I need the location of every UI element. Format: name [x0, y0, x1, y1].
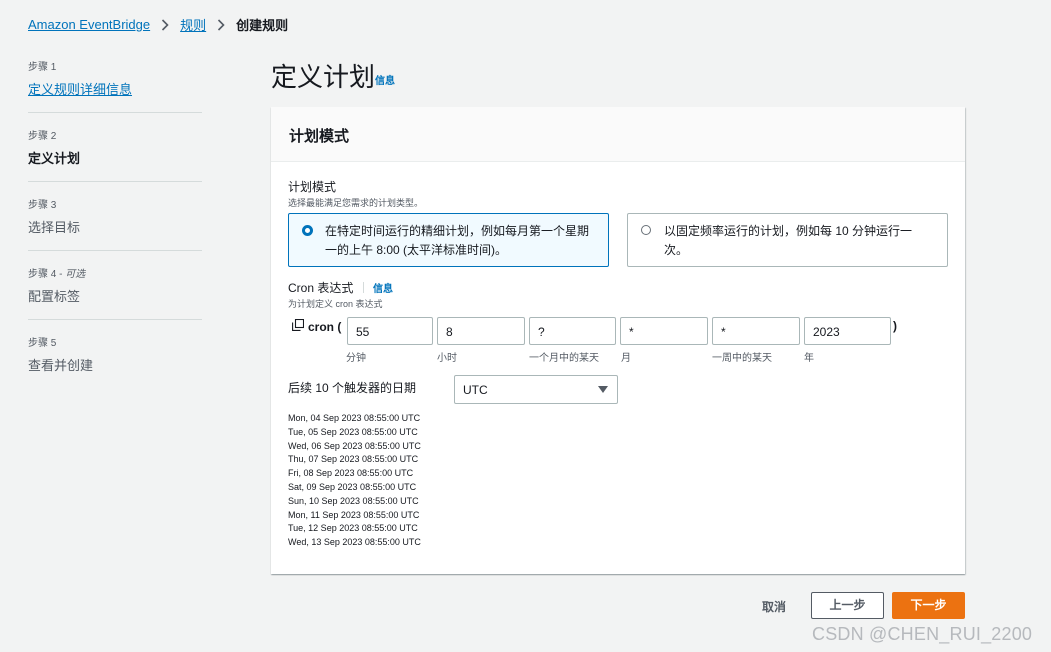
optional-tag: 可选	[65, 269, 86, 280]
cron-expression-label: Cron 表达式	[288, 281, 354, 295]
caret-down-icon	[598, 386, 608, 393]
wizard-steps: 步骤 1 定义规则详细信息 步骤 2 定义计划 步骤 3 选择目标 步骤 4 -…	[28, 58, 202, 402]
step-number-text: 步骤 4 -	[28, 269, 66, 280]
panel-title: 计划模式	[289, 128, 350, 145]
chevron-right-icon	[217, 18, 225, 31]
trigger-date: Tue, 12 Sep 2023 08:55:00 UTC	[288, 523, 418, 534]
radio-option-label: 在特定时间运行的精细计划，例如每月第一个星期一的上午 8:00 (太平洋标准时间…	[325, 224, 590, 257]
step-title: 选择目标	[28, 220, 81, 235]
cron-day-of-week-label: 一周中的某天	[712, 353, 772, 364]
step-number: 步骤 1	[28, 62, 57, 73]
breadcrumb-current: 创建规则	[236, 18, 289, 33]
radio-option-cron-schedule[interactable]: 在特定时间运行的精细计划，例如每月第一个星期一的上午 8:00 (太平洋标准时间…	[288, 213, 609, 267]
trigger-date: Fri, 08 Sep 2023 08:55:00 UTC	[288, 468, 414, 479]
trigger-date: Tue, 05 Sep 2023 08:55:00 UTC	[288, 426, 418, 437]
page-title: 定义计划	[271, 62, 376, 92]
cron-expression-description: 为计划定义 cron 表达式	[288, 299, 383, 309]
cron-hours-input[interactable]: 8	[437, 317, 525, 345]
cron-suffix: )	[893, 319, 897, 333]
cron-day-of-month-label: 一个月中的某天	[529, 353, 599, 364]
schedule-pattern-description: 选择最能满足您需求的计划类型。	[288, 198, 424, 208]
radio-selected-icon	[302, 225, 313, 236]
step-title: 配置标签	[28, 289, 81, 304]
cron-expression-label-row: Cron 表达式 信息	[288, 279, 393, 296]
cron-day-of-month-input[interactable]: ?	[529, 317, 616, 345]
trigger-date: Thu, 07 Sep 2023 08:55:00 UTC	[288, 454, 419, 465]
cron-minutes-label: 分钟	[346, 353, 366, 364]
cron-hours-label: 小时	[437, 353, 457, 364]
trigger-date: Mon, 04 Sep 2023 08:55:00 UTC	[288, 413, 421, 423]
trigger-date: Mon, 11 Sep 2023 08:55:00 UTC	[288, 509, 420, 520]
info-link[interactable]: 信息	[375, 72, 395, 87]
step-title-current: 定义计划	[28, 151, 81, 166]
schedule-pattern-label: 计划模式	[288, 180, 337, 194]
panel-header: 计划模式	[271, 107, 965, 162]
cron-prefix-text: cron (	[308, 319, 342, 334]
trigger-date: Sat, 09 Sep 2023 08:55:00 UTC	[288, 481, 417, 492]
schedule-pattern-panel: 计划模式 计划模式 选择最能满足您需求的计划类型。 在特定时间运行的精细计划，例…	[271, 107, 965, 574]
breadcrumb-eventbridge-link[interactable]: Amazon EventBridge	[28, 17, 150, 32]
step-number: 步骤 3	[28, 200, 57, 211]
next-button[interactable]: 下一步	[892, 592, 965, 619]
next-triggers-label: 后续 10 个触发器的日期	[288, 381, 417, 395]
trigger-date: Wed, 06 Sep 2023 08:55:00 UTC	[288, 440, 421, 451]
timezone-value: UTC	[463, 383, 488, 397]
cron-info-link[interactable]: 信息	[373, 284, 393, 295]
radio-option-rate-schedule[interactable]: 以固定频率运行的计划，例如每 10 分钟运行一次。	[627, 213, 948, 267]
breadcrumb: Amazon EventBridge 规则 创建规则	[28, 15, 288, 34]
step-4: 步骤 4 - 可选 配置标签	[28, 265, 202, 320]
step-title: 查看并创建	[28, 358, 94, 373]
step-link-define-rule-details[interactable]: 定义规则详细信息	[28, 79, 202, 98]
breadcrumb-rules-link[interactable]: 规则	[180, 15, 206, 34]
trigger-date: Wed, 13 Sep 2023 08:55:00 UTC	[288, 537, 421, 548]
cron-prefix: cron (	[292, 318, 342, 334]
step-number: 步骤 2	[28, 131, 57, 142]
step-number: 步骤 5	[28, 338, 57, 349]
step-number: 步骤 4 - 可选	[28, 265, 202, 280]
cron-day-of-week-input[interactable]: *	[712, 317, 800, 345]
timezone-select[interactable]: UTC	[454, 375, 618, 404]
cron-year-label: 年	[804, 353, 814, 364]
cron-minutes-input[interactable]: 55	[347, 317, 433, 345]
cron-month-label: 月	[621, 353, 631, 364]
copy-icon[interactable]	[292, 318, 305, 334]
step-3: 步骤 3 选择目标	[28, 196, 202, 251]
watermark: CSDN @CHEN_RUI_2200	[812, 624, 1033, 644]
trigger-date: Sun, 10 Sep 2023 08:55:00 UTC	[288, 495, 419, 506]
chevron-right-icon	[161, 18, 169, 31]
step-2: 步骤 2 定义计划	[28, 127, 202, 182]
step-5: 步骤 5 查看并创建	[28, 334, 202, 388]
cron-year-input[interactable]: 2023	[804, 317, 891, 345]
radio-unselected-icon	[641, 225, 651, 235]
previous-button[interactable]: 上一步	[811, 592, 884, 619]
cancel-button[interactable]: 取消	[762, 598, 786, 615]
cron-month-input[interactable]: *	[620, 317, 708, 345]
divider	[362, 282, 364, 293]
trigger-dates-list: Mon, 04 Sep 2023 08:55:00 UTC Tue, 05 Se…	[288, 412, 421, 550]
step-1: 步骤 1 定义规则详细信息	[28, 58, 202, 113]
radio-option-label: 以固定频率运行的计划，例如每 10 分钟运行一次。	[664, 224, 913, 257]
